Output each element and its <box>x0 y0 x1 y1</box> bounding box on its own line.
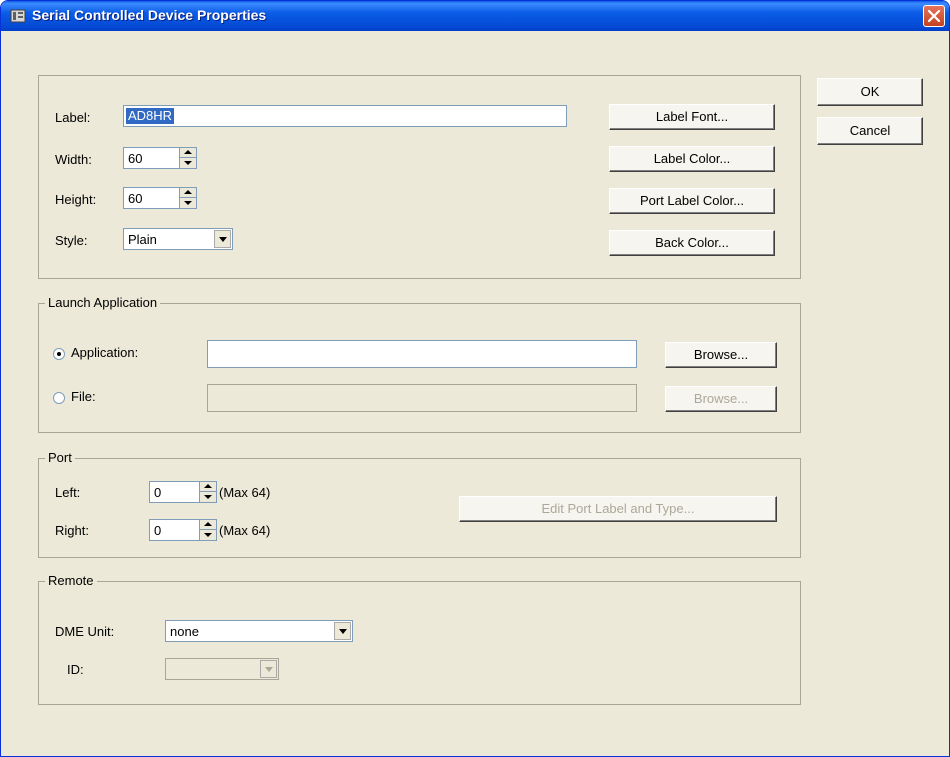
port-right-value: 0 <box>154 523 162 538</box>
port-left-spinner[interactable]: 0 <box>149 481 217 503</box>
height-value: 60 <box>128 191 143 206</box>
spin-up-button[interactable] <box>200 482 216 492</box>
port-right-spin-buttons[interactable] <box>199 520 216 540</box>
application-path-input[interactable] <box>207 340 637 368</box>
width-spinner[interactable]: 60 <box>123 147 197 169</box>
radio-selected-dot <box>57 352 61 356</box>
application-option-label[interactable]: Application: <box>71 345 138 360</box>
spin-down-button[interactable] <box>180 158 196 168</box>
spin-up-button[interactable] <box>180 188 196 198</box>
port-label-color-button[interactable]: Port Label Color... <box>609 188 775 214</box>
file-browse-button[interactable]: Browse... <box>665 386 777 412</box>
arrow-down-icon <box>204 533 212 537</box>
height-spinner[interactable]: 60 <box>123 187 197 209</box>
arrow-down-icon <box>184 201 192 205</box>
file-option-label[interactable]: File: <box>71 389 96 404</box>
arrow-up-icon <box>204 522 212 526</box>
label-color-button[interactable]: Label Color... <box>609 146 775 172</box>
label-input[interactable]: AD8HR <box>123 105 567 127</box>
width-value: 60 <box>128 151 143 166</box>
arrow-up-icon <box>184 190 192 194</box>
appearance-group: Label: AD8HR Width: 60 Height: 60 Style:… <box>38 75 801 279</box>
style-select[interactable]: Plain <box>123 228 233 250</box>
dme-unit-dropdown-button[interactable] <box>334 622 351 640</box>
port-left-caption: Left: <box>55 485 81 500</box>
id-dropdown-button[interactable] <box>260 660 277 678</box>
id-caption: ID: <box>67 662 84 677</box>
style-caption: Style: <box>55 233 88 248</box>
close-button[interactable] <box>923 5 945 27</box>
port-left-max: (Max 64) <box>219 485 271 500</box>
dme-unit-select[interactable]: none <box>165 620 353 642</box>
port-left-value: 0 <box>154 485 162 500</box>
label-input-value: AD8HR <box>126 108 175 124</box>
ok-button[interactable]: OK <box>817 78 923 106</box>
dialog-body: Label: AD8HR Width: 60 Height: 60 Style:… <box>4 31 947 755</box>
arrow-up-icon <box>184 150 192 154</box>
device-icon <box>10 9 26 23</box>
spin-down-button[interactable] <box>200 530 216 540</box>
height-spin-buttons[interactable] <box>179 188 196 208</box>
launch-application-legend: Launch Application <box>45 295 161 310</box>
file-path-input[interactable] <box>207 384 637 412</box>
launch-application-group: Launch Application Application: Browse..… <box>38 295 801 433</box>
chevron-down-icon <box>265 667 273 672</box>
label-font-button[interactable]: Label Font... <box>609 104 775 130</box>
port-right-max: (Max 64) <box>219 523 271 538</box>
width-caption: Width: <box>55 152 92 167</box>
spin-down-button[interactable] <box>200 492 216 502</box>
spin-down-button[interactable] <box>180 198 196 208</box>
dme-unit-caption: DME Unit: <box>55 624 115 639</box>
spin-up-button[interactable] <box>200 520 216 530</box>
id-select[interactable] <box>165 658 279 680</box>
remote-group: Remote DME Unit: none ID: <box>38 573 801 705</box>
chevron-down-icon <box>219 237 227 242</box>
style-dropdown-button[interactable] <box>214 230 231 248</box>
remote-legend: Remote <box>45 573 97 588</box>
properties-dialog: Serial Controlled Device Properties Labe… <box>0 0 950 757</box>
label-caption: Label: <box>55 110 91 125</box>
port-right-caption: Right: <box>55 523 89 538</box>
height-caption: Height: <box>55 192 97 207</box>
window-title: Serial Controlled Device Properties <box>32 7 267 23</box>
arrow-up-icon <box>204 484 212 488</box>
file-radio[interactable] <box>53 392 65 404</box>
close-icon <box>927 9 941 23</box>
application-radio[interactable] <box>53 348 65 360</box>
edit-port-label-button[interactable]: Edit Port Label and Type... <box>459 496 777 522</box>
port-right-spinner[interactable]: 0 <box>149 519 217 541</box>
port-group: Port Left: 0 (Max 64) Right: 0 (Max 64) … <box>38 450 801 558</box>
spin-up-button[interactable] <box>180 148 196 158</box>
arrow-down-icon <box>184 161 192 165</box>
application-browse-button[interactable]: Browse... <box>665 342 777 368</box>
chevron-down-icon <box>339 629 347 634</box>
dme-unit-value: none <box>170 624 199 639</box>
style-value: Plain <box>128 232 157 247</box>
title-bar[interactable]: Serial Controlled Device Properties <box>1 1 949 31</box>
width-spin-buttons[interactable] <box>179 148 196 168</box>
cancel-button[interactable]: Cancel <box>817 117 923 145</box>
arrow-down-icon <box>204 495 212 499</box>
port-left-spin-buttons[interactable] <box>199 482 216 502</box>
back-color-button[interactable]: Back Color... <box>609 230 775 256</box>
port-legend: Port <box>45 450 75 465</box>
